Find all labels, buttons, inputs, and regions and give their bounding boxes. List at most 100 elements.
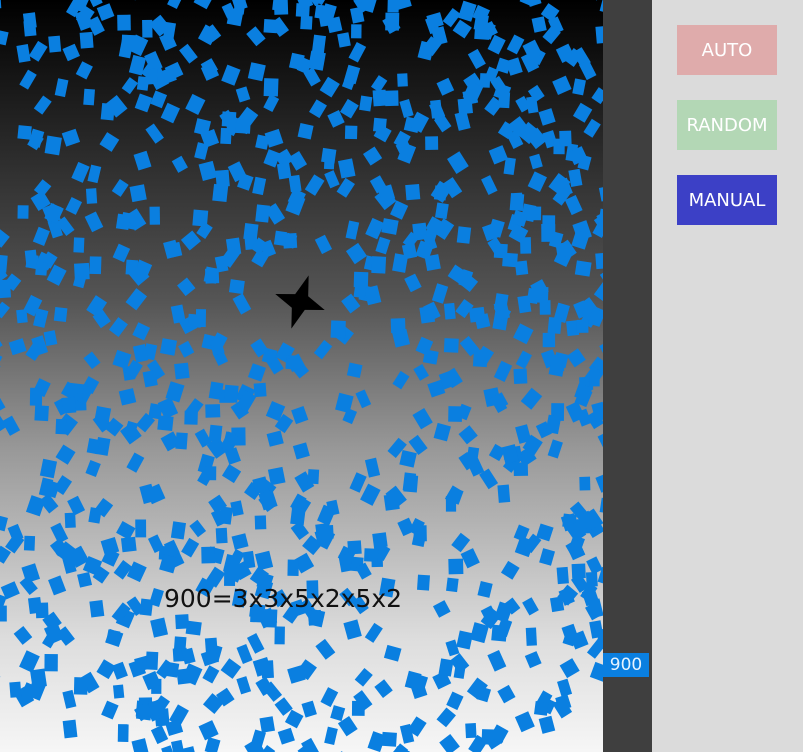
particle [193, 0, 214, 10]
particle [273, 0, 289, 15]
factorization-formula: 900=3x3x5x2x5x2 [164, 584, 403, 613]
particle [61, 396, 77, 414]
particle [0, 394, 6, 413]
particle [374, 679, 393, 699]
particle [202, 665, 220, 684]
particle [585, 571, 598, 587]
particle [9, 681, 22, 698]
particle [0, 350, 3, 373]
particle [291, 406, 309, 425]
particle [111, 661, 128, 680]
particle [314, 234, 333, 255]
particle [297, 123, 314, 140]
particle [338, 158, 356, 179]
particle [226, 7, 244, 27]
particle [432, 600, 451, 618]
particle [330, 705, 346, 722]
particle [568, 168, 583, 187]
particle [96, 659, 117, 680]
particle [150, 725, 169, 745]
particle [118, 388, 137, 406]
particle [451, 532, 471, 553]
particle [514, 260, 529, 276]
particle [221, 64, 241, 86]
particle [539, 548, 556, 566]
particle [96, 3, 115, 22]
particle [94, 406, 112, 424]
particle [62, 719, 78, 739]
particle [405, 183, 421, 201]
particle [30, 668, 47, 689]
particle [365, 217, 385, 240]
particle [589, 661, 603, 682]
particle [71, 161, 90, 183]
particle [83, 351, 101, 370]
star-icon[interactable] [270, 272, 330, 332]
particle [497, 684, 516, 704]
game-canvas[interactable]: 900=3x3x5x2x5x2 [0, 0, 603, 752]
particle [488, 443, 506, 462]
particle [431, 283, 449, 304]
particle [0, 333, 3, 353]
particle [364, 622, 383, 643]
particle [246, 26, 266, 47]
value-badge[interactable]: 900 [603, 653, 649, 677]
particle [419, 305, 436, 324]
particle [397, 73, 408, 87]
particle [424, 254, 441, 272]
particle [460, 548, 480, 569]
particle [167, 0, 185, 9]
particle [0, 514, 8, 532]
particle [542, 332, 556, 348]
particle [399, 99, 414, 118]
particle [89, 256, 102, 275]
particle [0, 254, 8, 273]
particle [436, 77, 455, 96]
manual-button[interactable]: MANUAL [677, 175, 777, 225]
particle [323, 154, 335, 170]
auto-button[interactable]: AUTO [677, 25, 777, 75]
particle [19, 69, 37, 90]
particle [520, 387, 543, 410]
particle [493, 293, 509, 312]
particle [448, 406, 463, 422]
particle [17, 125, 32, 140]
particle [23, 535, 36, 551]
particle [27, 596, 43, 614]
particle [85, 188, 98, 204]
particle [545, 414, 562, 435]
particle [531, 16, 547, 33]
particle [552, 75, 572, 95]
particle [564, 195, 583, 216]
particle [288, 150, 308, 171]
particle [433, 185, 447, 201]
particle [351, 24, 362, 39]
particle [313, 339, 333, 360]
particle [115, 213, 131, 231]
particle [34, 405, 49, 422]
particle [73, 237, 85, 253]
particle [24, 249, 38, 268]
particle [439, 734, 460, 752]
particle [267, 466, 286, 486]
particle [232, 293, 252, 315]
particle [228, 279, 245, 295]
particle [44, 654, 58, 672]
particle [436, 707, 456, 728]
particle [125, 288, 148, 311]
particle [447, 151, 469, 174]
particle [53, 306, 68, 323]
particle [465, 723, 477, 739]
particle [231, 533, 249, 550]
value-scrollbar[interactable] [603, 0, 652, 752]
particle [55, 444, 76, 465]
particle [315, 638, 336, 660]
particle [469, 622, 489, 644]
particle [54, 78, 69, 98]
particle [324, 726, 338, 746]
particle [86, 0, 103, 8]
particle [133, 150, 152, 171]
particle [319, 76, 340, 98]
random-button[interactable]: RANDOM [677, 100, 777, 150]
particle [0, 29, 9, 46]
